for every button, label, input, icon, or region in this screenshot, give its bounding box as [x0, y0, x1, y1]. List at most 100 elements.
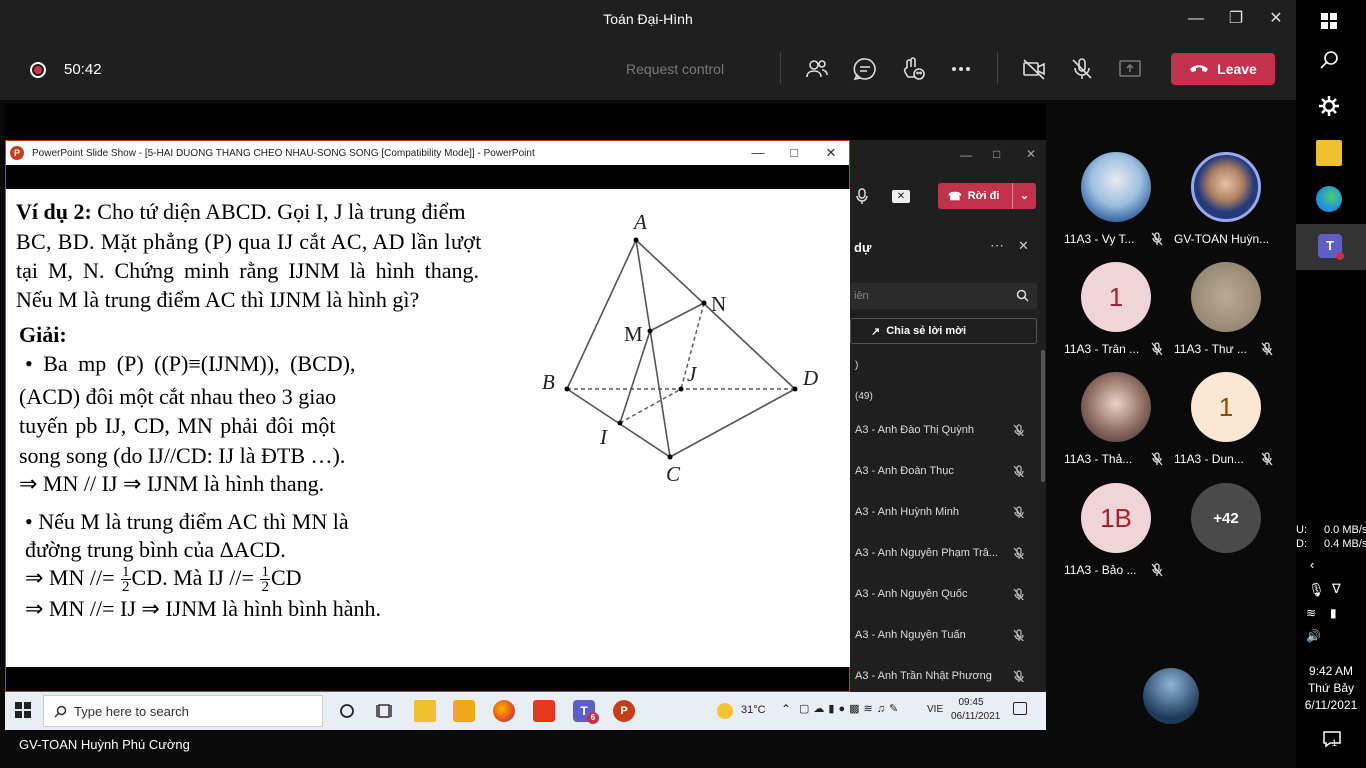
reactions-icon[interactable] [900, 56, 926, 82]
tray-pen-icon[interactable]: ∇ [1332, 581, 1341, 597]
participant-tile[interactable]: 11A3 - Thả... [1062, 372, 1170, 466]
notification-icon[interactable] [1013, 702, 1027, 715]
windows-start-icon[interactable] [15, 702, 37, 724]
panel-heading: dự [854, 240, 872, 255]
participant-tile[interactable]: +42 [1172, 483, 1280, 553]
action-center-icon[interactable]: 1 [1322, 730, 1342, 748]
fraction: 12 [260, 564, 270, 596]
ppt-close-button[interactable]: ✕ [821, 143, 841, 163]
solution-line-8: ⇒ MN //= 1 2 CD. Mà IJ //= 1 2 CD [25, 564, 302, 596]
window-title: Toán Đại-Hình [603, 11, 693, 27]
tray-chevron-up-icon[interactable]: ⌃ [781, 702, 791, 716]
participant-tile[interactable]: GV-TOAN Huỳn... [1172, 152, 1280, 246]
panel-close-button[interactable]: ✕ [1026, 147, 1036, 161]
participant-tile[interactable]: 1B 11A3 - Bảo ... [1062, 483, 1170, 577]
problem-line-1: Ví dụ 2: Cho tứ diện ABCD. Gọi I, J là t… [16, 199, 466, 224]
teams-icon[interactable]: T 6 [573, 700, 599, 724]
powerpoint-icon: P [10, 146, 24, 160]
minimize-button[interactable]: — [1184, 8, 1208, 30]
share-invite-button[interactable]: ↗ Chia sẻ lời mời [850, 318, 1037, 344]
solution-line-5: ⇒ MN // IJ ⇒ IJNM là hình thang. [19, 471, 325, 496]
participant-tile[interactable]: 1 11A3 - Dun... [1172, 372, 1280, 466]
participant-row[interactable]: A3 - Anh Đoàn Thục [855, 465, 1040, 477]
ppt-maximize-button[interactable]: □ [784, 143, 804, 163]
call-toolbar: 50:42 Request control Leave [0, 38, 1296, 100]
cortana-icon[interactable] [336, 700, 358, 722]
solution-line-1: • Ba mp (P) ((P)≡(IJNM)), (BCD), [25, 351, 356, 376]
participant-tile-name: GV-TOAN Huỳn... [1174, 232, 1270, 246]
mic-off-icon [1261, 342, 1273, 356]
fraction: 12 [121, 564, 131, 596]
battery-icon[interactable]: ▮ [1330, 606, 1337, 620]
participant-name: A3 - Anh Đào Thị Quỳnh [855, 424, 975, 436]
edge-icon[interactable] [1316, 186, 1342, 212]
chat-icon[interactable] [852, 56, 878, 82]
tray-icons[interactable]: ▢☁▮●▩≋♫✎ [799, 702, 902, 715]
volume-icon[interactable]: 🔊 [1306, 629, 1321, 643]
taskbar-search-input[interactable]: Type here to search [43, 695, 323, 727]
teams-badge: 6 [587, 712, 599, 724]
settings-gear-icon[interactable] [1316, 93, 1342, 119]
participant-row[interactable]: A3 - Anh Nguyễn Phạm Trâ... [855, 547, 1040, 559]
tray-mic-icon[interactable]: 🎙 [1308, 582, 1325, 598]
taskbar-clock[interactable]: 09:45 06/11/2021 [951, 696, 1000, 724]
leave-button[interactable]: Leave [1171, 53, 1275, 85]
panel-more-icon[interactable]: ⋯ [990, 237, 1004, 254]
participant-tile[interactable]: 11A3 - Vy T... [1062, 152, 1170, 246]
temperature[interactable]: 31°C [741, 704, 766, 716]
avatar [1081, 152, 1151, 222]
windows-start-icon[interactable] [1316, 8, 1342, 34]
teams-taskbar-item[interactable]: T [1296, 224, 1366, 270]
system-clock[interactable]: 9:42 AM Thứ Bảy 6/11/2021 [1296, 663, 1366, 714]
chevron-down-icon[interactable]: ⌄ [1012, 183, 1036, 209]
more-options-icon[interactable] [948, 56, 974, 82]
firefox-icon[interactable] [493, 700, 515, 722]
file-explorer-icon[interactable] [1316, 140, 1342, 166]
share-screen-icon[interactable] [1117, 56, 1143, 82]
participant-tile[interactable]: 11A3 - Thư ... [1172, 262, 1280, 356]
ppt-minimize-button[interactable]: — [748, 143, 768, 163]
panel-maximize-button[interactable]: □ [993, 147, 1000, 161]
language-indicator[interactable]: VIE [927, 704, 943, 715]
camera-off-icon[interactable] [1021, 56, 1047, 82]
avatar: 1 [1191, 372, 1261, 442]
tray-chevron-left-icon[interactable]: ‹ [1310, 557, 1314, 572]
participants-icon[interactable] [804, 56, 830, 82]
participant-tile[interactable]: 1 11A3 - Trân ... [1062, 262, 1170, 356]
participant-row[interactable]: A3 - Anh Đào Thị Quỳnh [855, 424, 1040, 436]
request-control-button[interactable]: Request control [626, 61, 724, 77]
powerpoint-titlebar: P PowerPoint Slide Show - [5-HAI DUONG T… [6, 141, 849, 165]
app-icon[interactable] [453, 700, 475, 722]
powerpoint-window: P PowerPoint Slide Show - [5-HAI DUONG T… [5, 140, 851, 692]
wifi-icon[interactable]: ≋ [1306, 606, 1316, 620]
solution-line-4: song song (do IJ//CD: IJ là ĐTB …). [19, 443, 346, 468]
mic-off-icon [1151, 452, 1163, 466]
mic-icon[interactable] [856, 188, 868, 204]
participant-row[interactable]: A3 - Anh Huỳnh Minh [855, 506, 1040, 518]
leave-label: Leave [1217, 61, 1257, 77]
weather-icon[interactable] [717, 703, 733, 719]
panel-leave-button[interactable]: ☎ Rời đi ⌄ [938, 183, 1036, 209]
solution-label: Giải: [19, 322, 67, 347]
file-explorer-icon[interactable] [414, 700, 436, 722]
avatar [1191, 262, 1261, 332]
close-button[interactable]: ✕ [1264, 8, 1288, 30]
panel-close-icon[interactable]: ✕ [1018, 238, 1029, 254]
participant-search-input[interactable]: iên [850, 283, 1037, 309]
search-icon[interactable] [1316, 48, 1342, 74]
powerpoint-taskbar-icon[interactable]: P [613, 700, 635, 722]
participant-row[interactable]: A3 - Anh Trần Nhật Phương [855, 670, 1040, 682]
office-icon[interactable] [533, 700, 555, 722]
panel-scrollbar[interactable] [1041, 350, 1045, 482]
participant-row[interactable]: A3 - Anh Nguyễn Tuấn [855, 629, 1040, 641]
panel-minimize-button[interactable]: — [960, 148, 972, 162]
shared-taskbar: Type here to search T 6 P 31°C ⌃ ▢☁▮●▩≋♫… [5, 692, 1046, 730]
mic-off-icon[interactable] [1069, 56, 1095, 82]
mic-off-icon [1013, 506, 1024, 518]
participant-name: A3 - Anh Huỳnh Minh [855, 506, 959, 518]
participant-row[interactable]: A3 - Anh Nguyễn Quốc [855, 588, 1040, 600]
stop-share-icon[interactable]: ✕ [892, 190, 910, 203]
maximize-button[interactable]: ❐ [1224, 8, 1248, 30]
net-down-label: D: [1296, 538, 1307, 550]
task-view-icon[interactable] [374, 700, 396, 722]
